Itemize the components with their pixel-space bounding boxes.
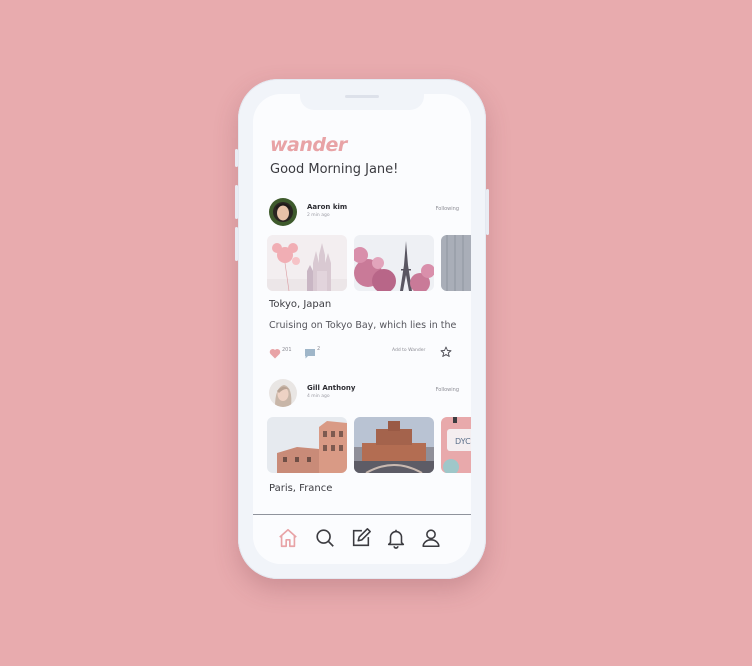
avatar[interactable] (269, 379, 297, 407)
post-header: Aaron kim 2 min ago Following (269, 198, 459, 228)
photo-castel-santangelo[interactable] (354, 417, 434, 473)
photo-strip[interactable] (267, 235, 471, 291)
comment-icon[interactable] (304, 344, 316, 363)
photo-eiffel-tower[interactable] (354, 235, 434, 291)
photo-building[interactable] (441, 235, 471, 291)
phone-mockup: wander Good Morning Jane! Aaron kim 2 mi… (235, 79, 489, 579)
photo-pink-sign[interactable]: DYC (441, 417, 471, 473)
search-icon[interactable] (314, 527, 336, 549)
following-button[interactable]: Following (436, 206, 459, 212)
speaker-grille (345, 95, 379, 98)
post-caption: Cruising on Tokyo Bay, which lies in the (269, 320, 457, 331)
phone-notch (300, 94, 424, 110)
post-location: Paris, France (269, 483, 333, 494)
avatar[interactable] (269, 198, 297, 226)
greeting-title: Good Morning Jane! (270, 162, 399, 177)
post-header: Gill Anthony 4 min ago Following (269, 379, 459, 409)
post-author[interactable]: Aaron kim (307, 203, 347, 211)
phone-mute-switch (235, 149, 238, 167)
post-time: 4 min ago (307, 394, 330, 399)
phone-volume-down (235, 227, 238, 261)
photo-disney-castle[interactable] (267, 235, 347, 291)
user-icon[interactable] (420, 527, 442, 549)
post-time: 2 min ago (307, 213, 330, 218)
svg-text:DYC: DYC (455, 437, 471, 446)
bell-icon[interactable] (385, 527, 407, 549)
post-actions: 201 2 Add to Wander (269, 343, 459, 359)
post-author[interactable]: Gill Anthony (307, 384, 355, 392)
phone-screen: wander Good Morning Jane! Aaron kim 2 mi… (253, 94, 471, 564)
like-count: 201 (282, 347, 292, 353)
like-icon[interactable] (269, 344, 281, 363)
phone-power-button (486, 189, 489, 235)
comment-count: 2 (317, 346, 321, 352)
bottom-nav (253, 514, 471, 564)
following-button[interactable]: Following (436, 387, 459, 393)
app-logo: wander (270, 134, 347, 156)
add-to-wander-label[interactable]: Add to Wander (392, 348, 425, 353)
edit-icon[interactable] (350, 527, 372, 549)
photo-strip[interactable]: DYC (267, 417, 471, 473)
phone-volume-up (235, 185, 238, 219)
photo-street-buildings[interactable] (267, 417, 347, 473)
post-location: Tokyo, Japan (269, 299, 332, 310)
star-icon[interactable] (440, 343, 452, 362)
home-icon[interactable] (277, 527, 299, 549)
